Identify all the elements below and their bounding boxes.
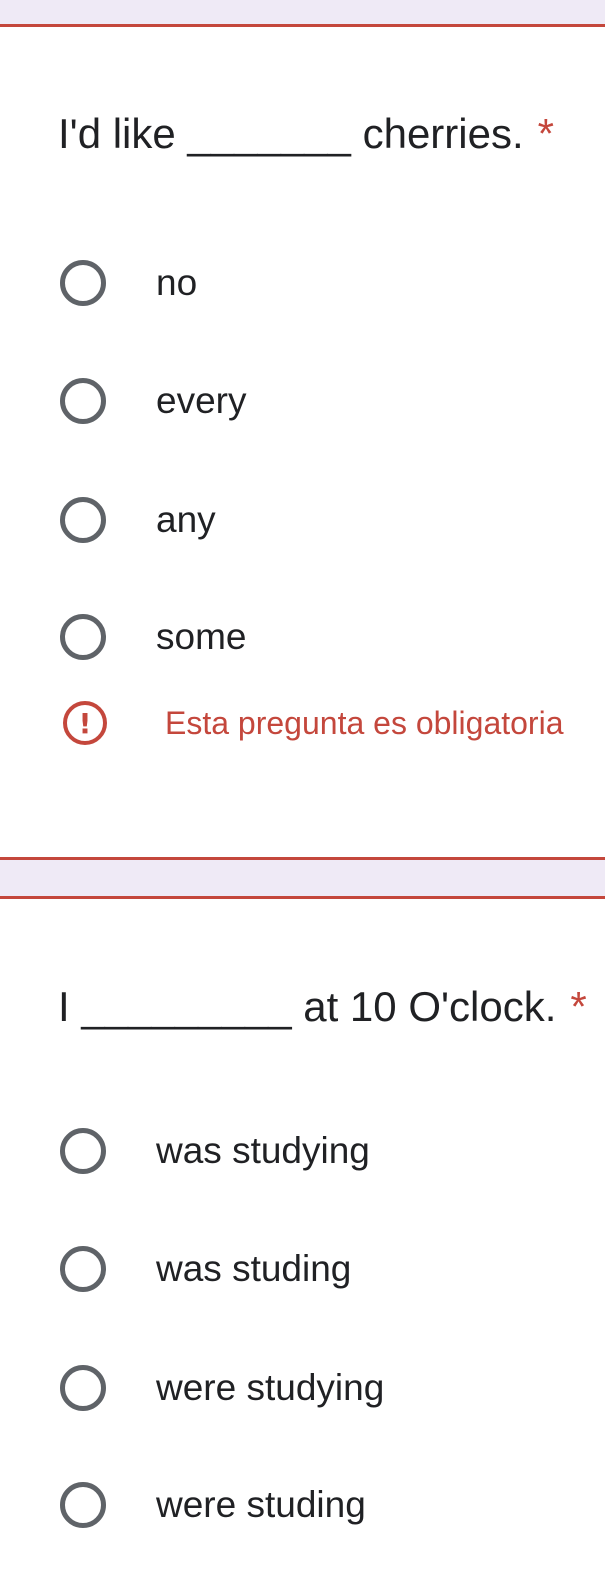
option-no[interactable]: no — [60, 253, 197, 313]
option-were-studying[interactable]: were studying — [60, 1358, 384, 1418]
option-label: no — [156, 262, 198, 303]
option-label: was studying — [156, 1130, 370, 1171]
option-label: any — [156, 499, 216, 540]
question-text: I _________ at 10 O'clock. — [58, 983, 557, 1030]
option-were-studing[interactable]: were studing — [60, 1475, 366, 1535]
radio-button[interactable] — [60, 1128, 106, 1174]
radio-button[interactable] — [60, 614, 106, 660]
option-label: was studing — [156, 1248, 352, 1289]
exclamation-circle-icon: ! — [63, 701, 107, 745]
option-any[interactable]: any — [60, 490, 216, 550]
required-asterisk: * — [570, 983, 587, 1030]
error-text: Esta pregunta es obligatoria — [165, 704, 564, 741]
radio-button[interactable] — [60, 1482, 106, 1528]
option-some[interactable]: some — [60, 607, 246, 667]
required-asterisk: * — [537, 110, 554, 157]
question-title: I'd like _______ cherries. * — [58, 113, 554, 155]
radio-button[interactable] — [60, 1246, 106, 1292]
radio-button[interactable] — [60, 378, 106, 424]
option-label: were studing — [156, 1484, 366, 1525]
radio-button[interactable] — [60, 260, 106, 306]
option-label: every — [156, 380, 247, 421]
option-label: were studying — [156, 1367, 385, 1408]
question-title: I _________ at 10 O'clock. * — [58, 986, 587, 1028]
radio-button[interactable] — [60, 1365, 106, 1411]
radio-button[interactable] — [60, 497, 106, 543]
question-card-2: I _________ at 10 O'clock. * was studying… — [0, 896, 605, 1596]
question-card-1: I'd like _______ cherries. * no every any… — [0, 24, 605, 860]
question-text: I'd like _______ cherries. — [58, 110, 524, 157]
option-label: some — [156, 616, 247, 657]
option-was-studing[interactable]: was studing — [60, 1239, 351, 1299]
option-was-studying[interactable]: was studying — [60, 1121, 370, 1181]
option-every[interactable]: every — [60, 371, 246, 431]
required-error-message: ! Esta pregunta es obligatoria — [63, 701, 563, 745]
